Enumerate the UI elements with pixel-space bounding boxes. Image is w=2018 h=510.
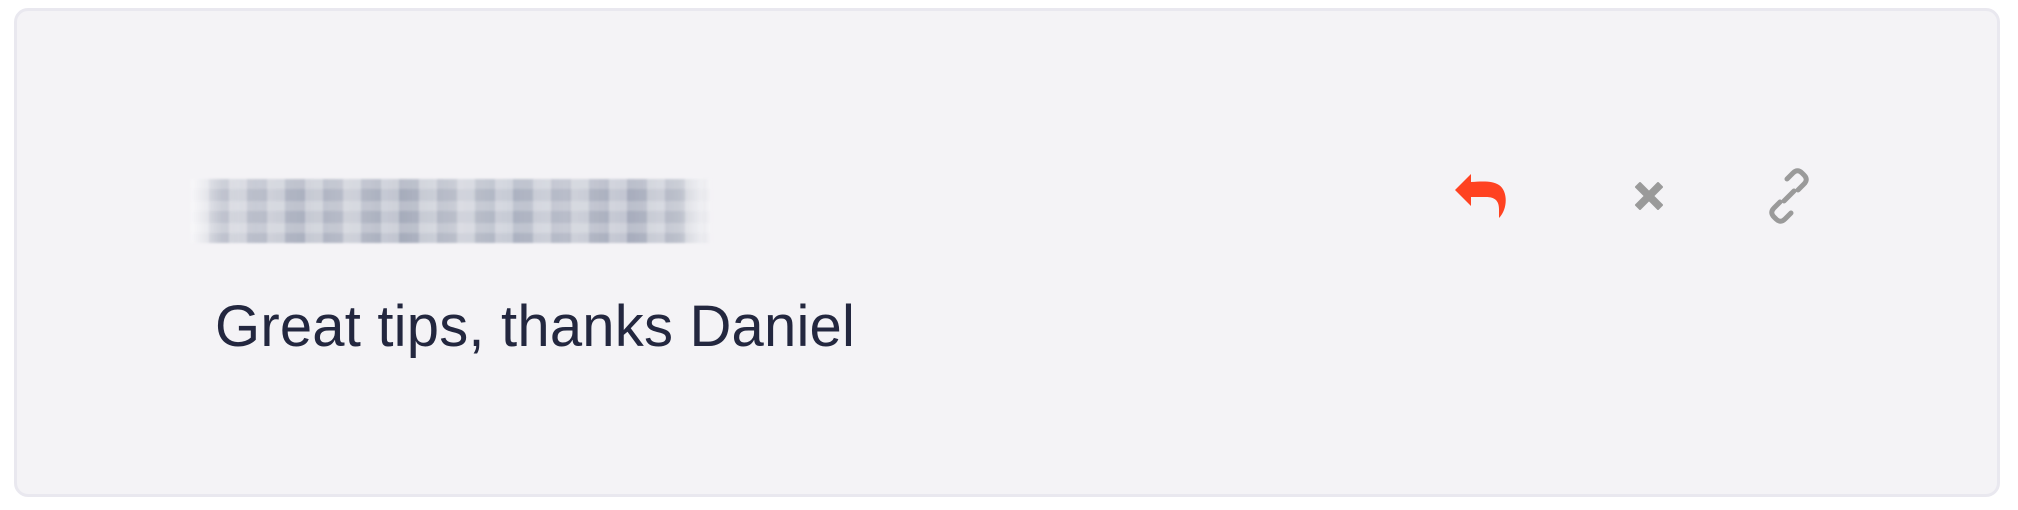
reply-button[interactable]	[1447, 161, 1517, 231]
reply-icon	[1453, 170, 1511, 222]
comment-actions	[1447, 161, 1827, 231]
dismiss-button[interactable]	[1614, 161, 1684, 231]
redacted-author-block	[191, 179, 711, 243]
copy-link-button[interactable]	[1754, 161, 1824, 231]
author-name-redacted	[191, 169, 711, 259]
comment-card: Great tips, thanks Daniel	[14, 8, 2000, 497]
close-icon	[1627, 174, 1671, 218]
comment-text: Great tips, thanks Daniel	[215, 294, 856, 359]
link-icon	[1760, 167, 1818, 225]
